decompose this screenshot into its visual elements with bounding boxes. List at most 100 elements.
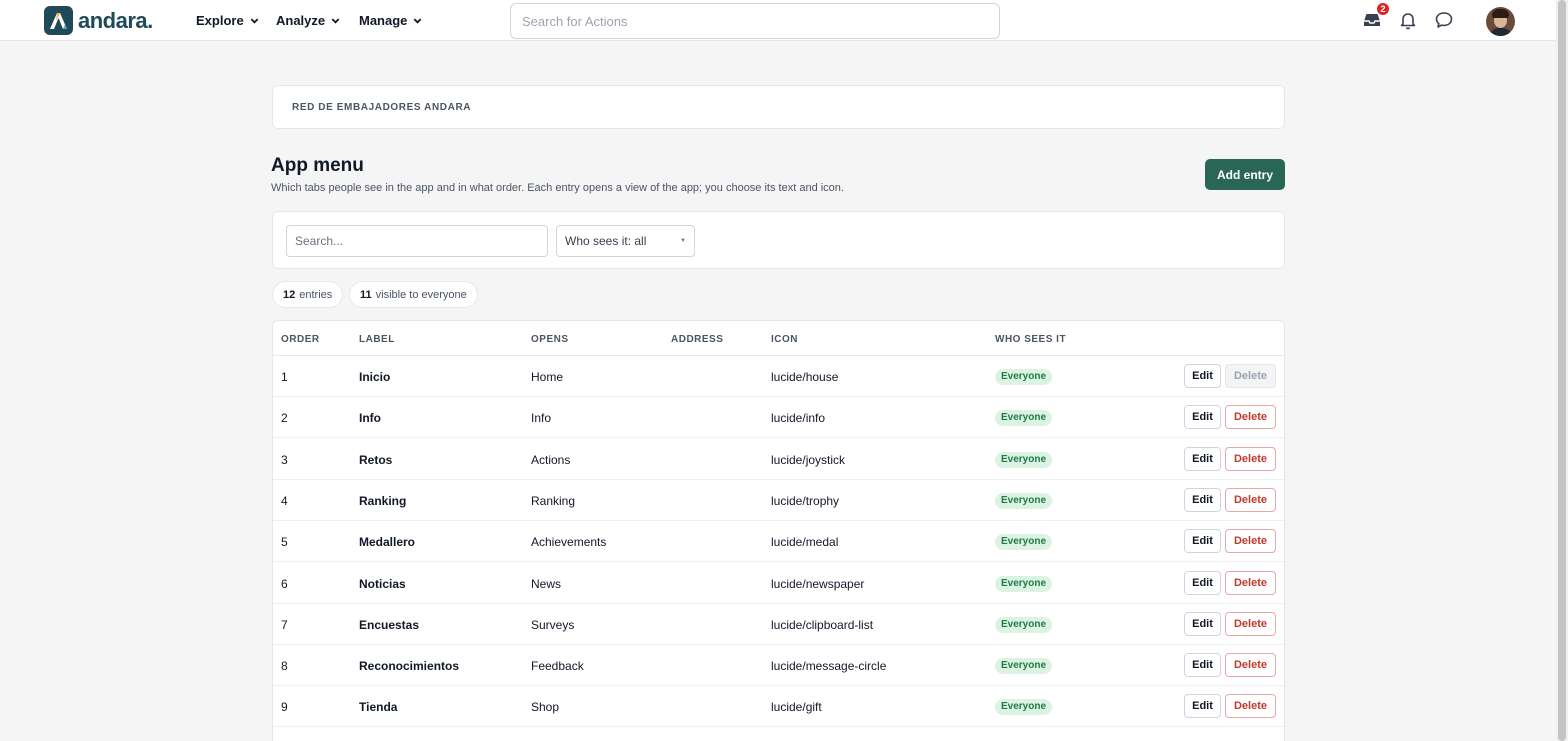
table-row: 5 Medallero Achievements lucide/medal Everyo… xyxy=(273,521,1284,563)
row-order: 5 xyxy=(281,535,288,550)
breadcrumb-label: RED DE EMBAJADORES ANDARA xyxy=(292,102,472,113)
nav-analyze[interactable]: Analyze xyxy=(276,0,341,41)
table-row: 3 Retos Actions lucide/joystick Everyone Edit… xyxy=(273,439,1284,480)
table-row: 8 Reconocimientos Feedback lucide/message-c… xyxy=(273,645,1284,687)
row-icon-name: lucide/trophy xyxy=(771,493,840,508)
row-opens: Achievements xyxy=(531,535,607,550)
delete-button[interactable]: Delete xyxy=(1225,653,1276,678)
logo-mark-icon xyxy=(44,6,73,35)
row-order: 8 xyxy=(281,659,288,674)
add-entry-button[interactable]: Add entry xyxy=(1205,159,1285,190)
brand-name: andara. xyxy=(78,7,153,33)
column-header-order[interactable]: ORDER xyxy=(281,334,320,345)
delete-button[interactable]: Delete xyxy=(1225,611,1276,636)
row-label: Noticias xyxy=(359,576,406,591)
edit-button[interactable]: Edit xyxy=(1184,446,1221,471)
edit-button[interactable]: Edit xyxy=(1184,487,1221,512)
row-order: 4 xyxy=(281,493,288,508)
row-opens: Feedback xyxy=(531,659,584,674)
row-label: Ranking xyxy=(359,493,407,508)
edit-button[interactable]: Edit xyxy=(1184,529,1221,554)
inbox-badge: 2 xyxy=(1377,3,1389,15)
delete-button[interactable]: Delete xyxy=(1225,405,1276,430)
row-order: 6 xyxy=(281,576,288,591)
row-order: 3 xyxy=(281,452,288,467)
row-opens: Shop xyxy=(531,700,560,715)
edit-button[interactable]: Edit xyxy=(1184,570,1221,595)
top-navigation-bar: andara. Explore Analyze Manage 2 xyxy=(0,0,1556,41)
nav-manage[interactable]: Manage xyxy=(359,0,423,41)
entries-count-label: entries xyxy=(299,288,333,301)
breadcrumb: RED DE EMBAJADORES ANDARA xyxy=(272,85,1285,129)
scrollbar-thumb[interactable] xyxy=(1558,0,1566,741)
edit-button[interactable]: Edit xyxy=(1184,364,1221,388)
who-sees-it-badge: Everyone xyxy=(995,410,1053,427)
who-sees-it-badge: Everyone xyxy=(995,451,1053,468)
row-opens: Ranking xyxy=(531,493,576,508)
delete-button[interactable]: Delete xyxy=(1225,529,1276,554)
table-row: 4 Ranking Ranking lucide/trophy Everyone Edit… xyxy=(273,480,1284,521)
table-row: 1 Inicio Home lucide/house Everyone Edit Delet… xyxy=(273,356,1284,397)
who-sees-it-badge: Everyone xyxy=(995,658,1053,675)
edit-button[interactable]: Edit xyxy=(1184,405,1221,430)
row-label: Reconocimientos xyxy=(359,659,460,674)
filter-panel: Who sees it: all ▼ xyxy=(272,211,1285,269)
nav-manage-label: Manage xyxy=(359,13,408,28)
select-arrow-icon: ▼ xyxy=(680,238,686,244)
nav-analyze-label: Analyze xyxy=(276,13,326,28)
column-header-who-sees-it[interactable]: WHO SEES IT xyxy=(995,334,1066,345)
page-description: Which tabs people see in the app and in … xyxy=(271,182,844,194)
column-header-address[interactable]: ADDRESS xyxy=(671,334,723,345)
delete-button[interactable]: Delete xyxy=(1225,364,1276,388)
edit-button[interactable]: Edit xyxy=(1184,694,1221,719)
row-icon-name: lucide/gift xyxy=(771,700,822,715)
row-icon-name: lucide/info xyxy=(771,411,826,426)
who-sees-it-badge: Everyone xyxy=(995,575,1053,592)
brand-logo[interactable]: andara. xyxy=(44,6,153,35)
row-label: Tienda xyxy=(359,700,398,715)
row-order: 2 xyxy=(281,411,288,426)
who-sees-it-badge: Everyone xyxy=(995,616,1053,633)
edit-button[interactable]: Edit xyxy=(1184,653,1221,678)
user-avatar[interactable] xyxy=(1486,7,1515,36)
chat-icon[interactable] xyxy=(1434,10,1454,30)
who-sees-it-select[interactable]: Who sees it: all ▼ xyxy=(556,225,695,257)
chevron-down-icon xyxy=(250,18,259,24)
row-icon-name: lucide/medal xyxy=(771,535,839,550)
chevron-down-icon xyxy=(331,18,340,24)
row-opens: Actions xyxy=(531,452,571,467)
row-label: Medallero xyxy=(359,535,416,550)
row-opens: News xyxy=(531,576,562,591)
delete-button[interactable]: Delete xyxy=(1225,694,1276,719)
delete-button[interactable]: Delete xyxy=(1225,446,1276,471)
delete-button[interactable]: Delete xyxy=(1225,487,1276,512)
visible-count-label: visible to everyone xyxy=(375,288,467,301)
actions-search-input[interactable] xyxy=(510,3,1000,39)
row-opens: Info xyxy=(531,411,552,426)
row-label: Retos xyxy=(359,452,393,467)
row-label: Encuestas xyxy=(359,617,420,632)
chevron-down-icon xyxy=(414,18,422,24)
row-label: Inicio xyxy=(359,370,391,384)
row-icon-name: lucide/house xyxy=(771,370,839,384)
column-header-opens[interactable]: OPENS xyxy=(531,334,569,345)
column-header-label[interactable]: LABEL xyxy=(359,334,395,345)
table-row: 6 Noticias News lucide/newspaper Everyone Edi… xyxy=(273,563,1284,604)
who-sees-it-badge: Everyone xyxy=(995,369,1053,385)
row-label: Info xyxy=(359,411,381,426)
column-header-icon[interactable]: ICON xyxy=(771,334,798,345)
entry-search-input[interactable] xyxy=(286,225,548,257)
table-header: ORDER LABEL OPENS ADDRESS ICON WHO SEES … xyxy=(273,321,1284,356)
row-opens: Surveys xyxy=(531,617,575,632)
who-sees-it-badge: Everyone xyxy=(995,492,1053,509)
table-row: 7 Encuestas Surveys lucide/clipboard-list Ev… xyxy=(273,604,1284,645)
bell-icon[interactable] xyxy=(1398,10,1418,30)
nav-explore[interactable]: Explore xyxy=(196,0,260,41)
who-sees-it-badge: Everyone xyxy=(995,699,1053,716)
entries-count-pill: 12 entries xyxy=(272,281,344,308)
who-sees-it-select-value: Who sees it: all xyxy=(565,234,647,248)
table-row: 2 Info Info lucide/info Everyone Edit Delete xyxy=(273,397,1284,439)
edit-button[interactable]: Edit xyxy=(1184,611,1221,636)
menu-entries-table: ORDER LABEL OPENS ADDRESS ICON WHO SEES … xyxy=(272,320,1285,741)
delete-button[interactable]: Delete xyxy=(1225,570,1276,595)
